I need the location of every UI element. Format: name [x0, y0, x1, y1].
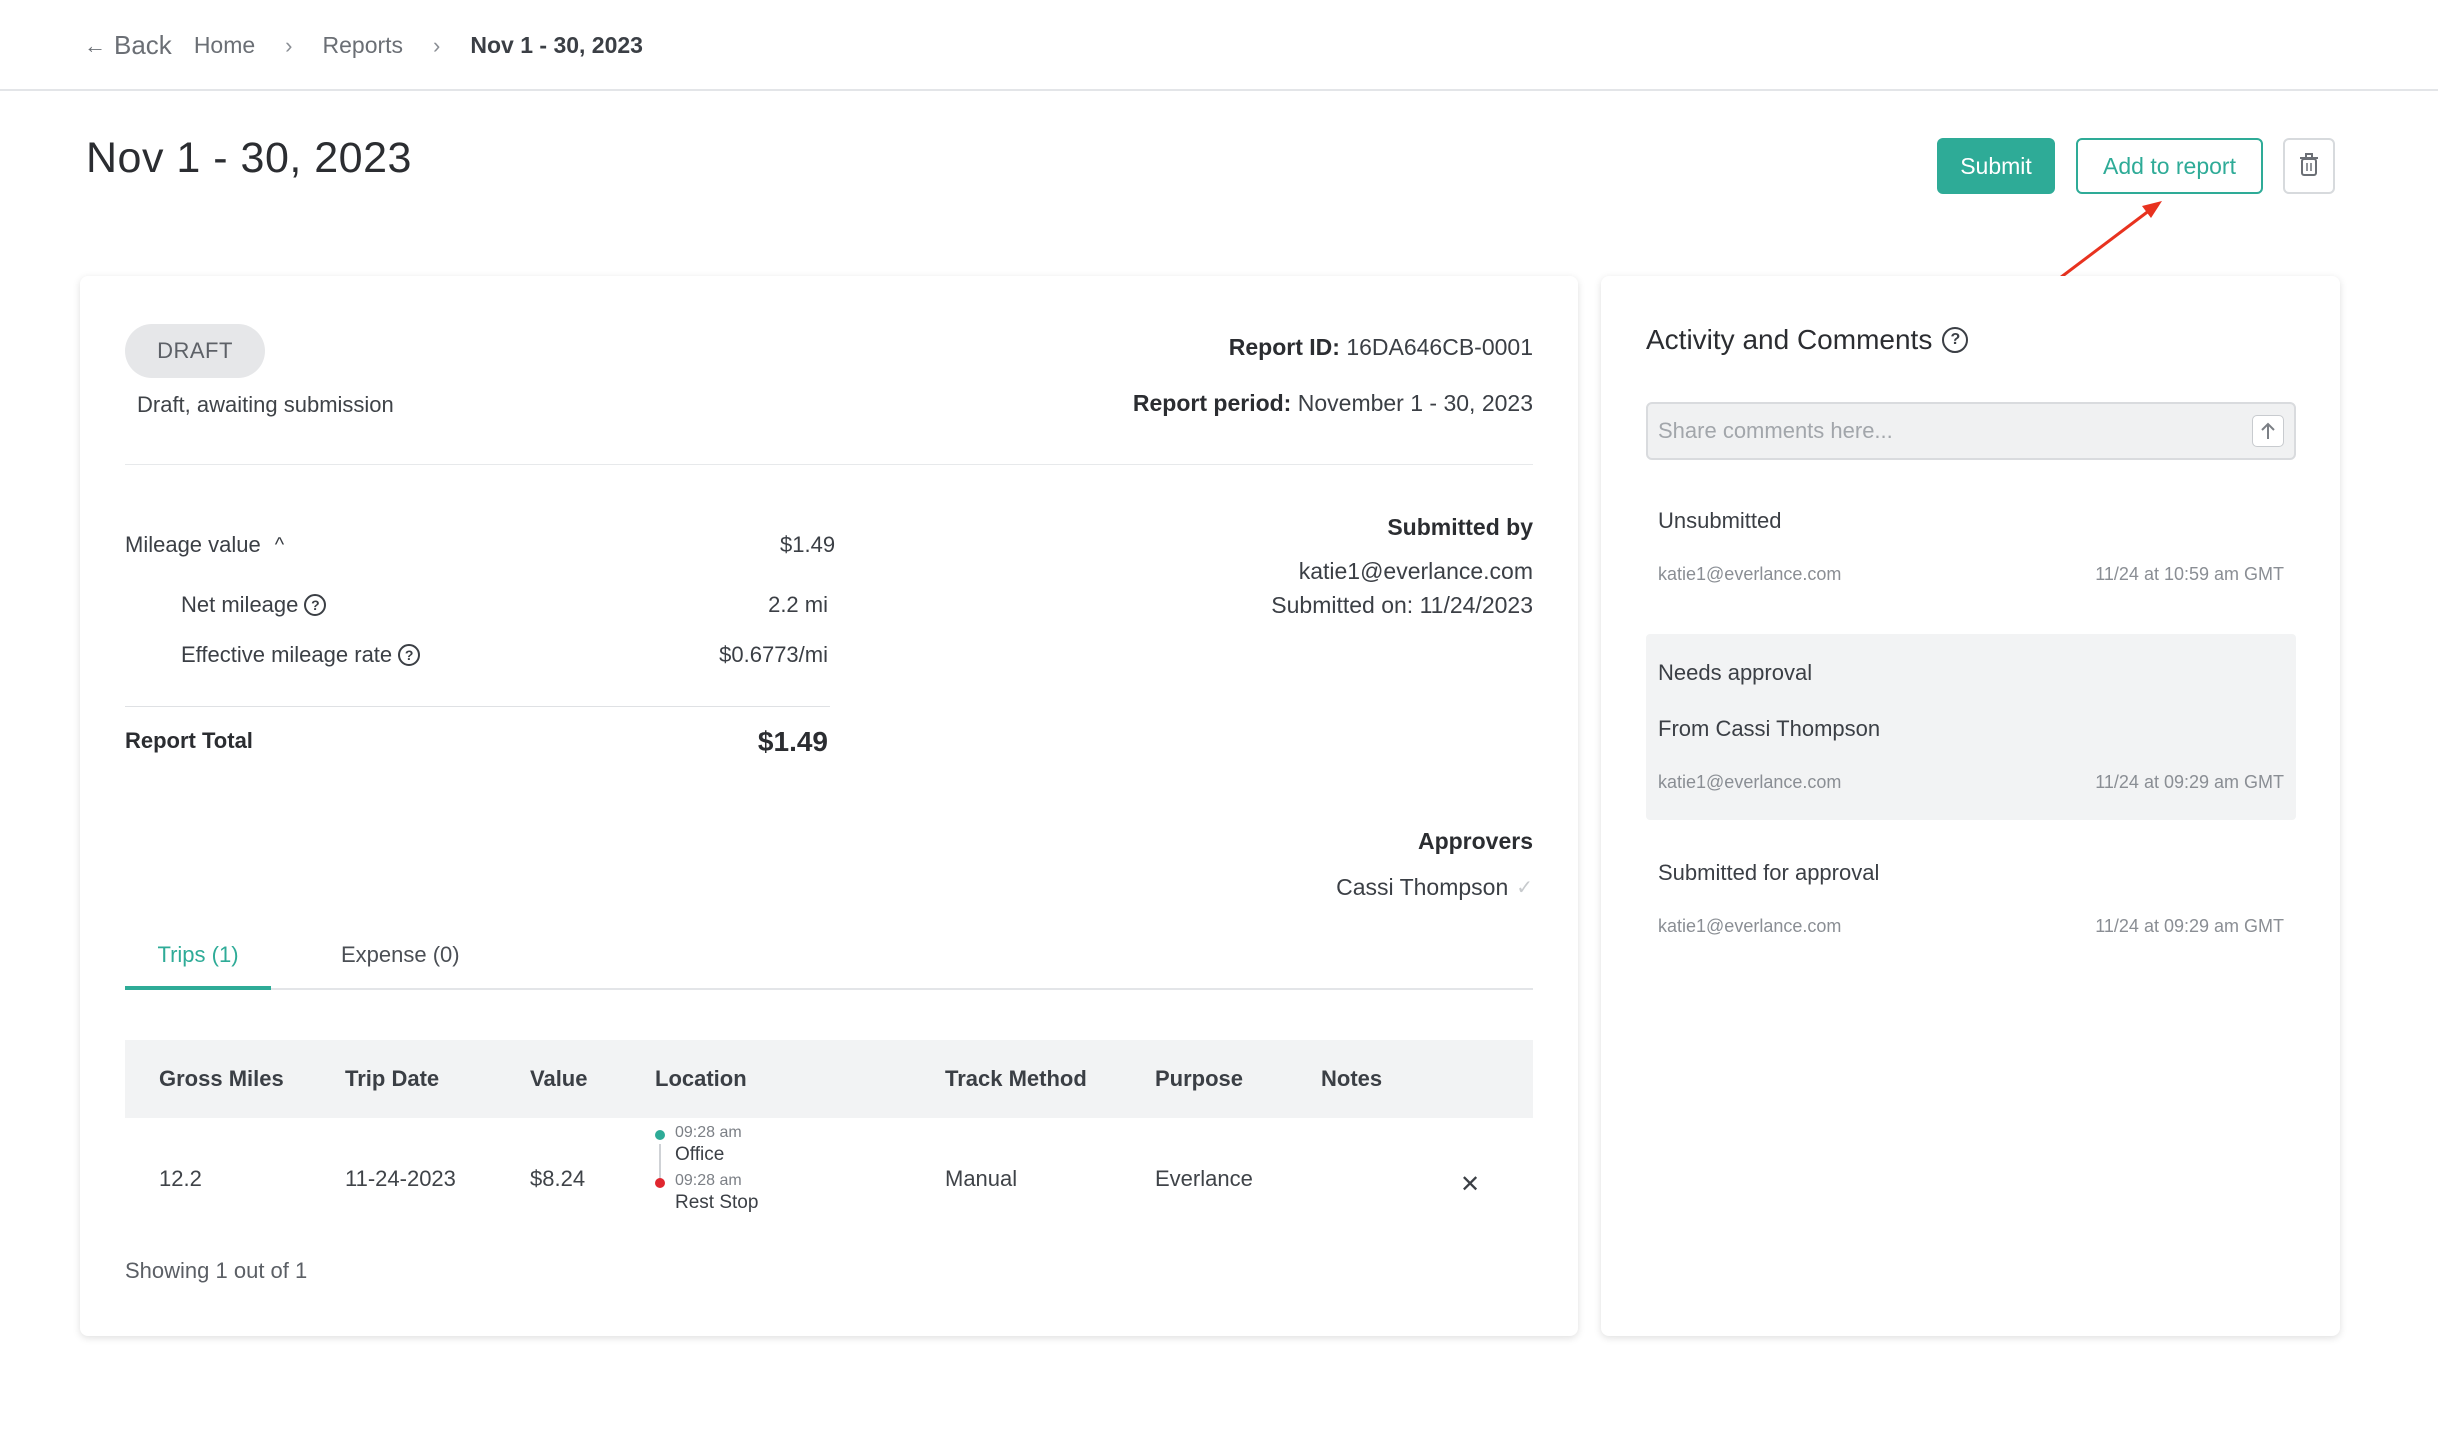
- activity-email: katie1@everlance.com: [1658, 916, 1842, 936]
- cell-trip-date: 11-24-2023: [345, 1166, 456, 1191]
- add-to-report-button[interactable]: Add to report: [2076, 138, 2263, 194]
- activity-sub: From Cassi Thompson: [1658, 716, 1881, 741]
- activity-time: 11/24 at 09:29 am GMT: [2095, 916, 2284, 936]
- activity-item: Unsubmitted katie1@everlance.com 11/24 a…: [1646, 496, 2296, 606]
- approvers-label: Approvers: [1417, 828, 1533, 854]
- column-header-location[interactable]: Location: [655, 1066, 747, 1092]
- effective-rate-value: $0.6773/mi: [719, 642, 828, 667]
- breadcrumb-current: Nov 1 - 30, 2023: [470, 32, 643, 58]
- column-header-value[interactable]: Value: [530, 1066, 587, 1092]
- tab-expense[interactable]: Expense (0): [341, 942, 460, 968]
- back-label: Back: [114, 30, 172, 60]
- back-button[interactable]: ← Back: [84, 30, 172, 61]
- table-footer: Showing 1 out of 1: [125, 1258, 308, 1283]
- column-header-gross-miles[interactable]: Gross Miles: [159, 1066, 284, 1092]
- divider: [125, 706, 830, 707]
- cell-value: $8.24: [530, 1166, 586, 1191]
- activity-email: katie1@everlance.com: [1658, 772, 1842, 792]
- column-header-track-method[interactable]: Track Method: [945, 1066, 1087, 1092]
- question-circle-icon[interactable]: ?: [304, 594, 327, 616]
- question-circle-icon[interactable]: ?: [398, 644, 421, 666]
- report-period: Report period: November 1 - 30, 2023: [1132, 390, 1533, 416]
- net-mileage-value: 2.2 mi: [768, 592, 828, 617]
- report-total-value: $1.49: [757, 726, 828, 757]
- start-dot-icon: [655, 1130, 665, 1140]
- submitted-by-label: Submitted by: [1387, 514, 1533, 540]
- chevron-right-icon: ›: [433, 32, 441, 58]
- report-total-label: Report Total: [125, 728, 253, 753]
- activity-label: Unsubmitted: [1658, 508, 1782, 533]
- close-icon[interactable]: ✕: [1460, 1170, 1480, 1199]
- end-dot-icon: [655, 1178, 665, 1188]
- comment-input[interactable]: [1658, 416, 2218, 446]
- activity-email: katie1@everlance.com: [1658, 564, 1842, 584]
- submitted-by-email: katie1@everlance.com: [1298, 558, 1533, 584]
- question-circle-icon[interactable]: ?: [1942, 327, 1969, 353]
- column-header-purpose[interactable]: Purpose: [1155, 1066, 1243, 1092]
- trash-icon: [2299, 152, 2319, 180]
- arrow-up-icon: [2261, 422, 2275, 439]
- submit-button[interactable]: Submit: [1937, 138, 2055, 194]
- column-header-notes[interactable]: Notes: [1321, 1066, 1382, 1092]
- activity-time: 11/24 at 10:59 am GMT: [2095, 564, 2284, 584]
- breadcrumb-reports[interactable]: Reports: [323, 32, 404, 59]
- delete-report-button[interactable]: [2283, 138, 2335, 194]
- report-id: Report ID: 16DA646CB-0001: [1228, 334, 1533, 360]
- check-icon: ✓: [1516, 877, 1533, 899]
- column-header-trip-date[interactable]: Trip Date: [345, 1066, 439, 1092]
- send-comment-button[interactable]: [2252, 415, 2284, 447]
- cell-purpose: Everlance: [1155, 1166, 1253, 1191]
- page-title: Nov 1 - 30, 2023: [86, 134, 412, 182]
- table-row[interactable]: 12.2 11-24-2023 $8.24 09:28 am Office 09…: [125, 1118, 1533, 1238]
- start-location: Office: [675, 1144, 725, 1165]
- chevron-up-icon: ^: [274, 533, 285, 556]
- submitted-on: Submitted on: 11/24/2023: [1271, 592, 1533, 618]
- location-start: 09:28 am Office: [655, 1124, 758, 1184]
- arrow-left-icon: ←: [84, 32, 106, 58]
- activity-item: Submitted for approval katie1@everlance.…: [1646, 844, 2296, 954]
- end-location: Rest Stop: [675, 1192, 759, 1213]
- status-description: Draft, awaiting submission: [137, 392, 394, 417]
- net-mileage-label: Net mileage ?: [181, 592, 327, 618]
- activity-time: 11/24 at 09:29 am GMT: [2095, 772, 2284, 792]
- mileage-value-toggle[interactable]: Mileage value ^: [125, 532, 284, 558]
- divider: [125, 464, 1533, 465]
- cell-gross-miles: 12.2: [159, 1166, 202, 1191]
- top-bar: ← Back Home › Reports › Nov 1 - 30, 2023: [0, 0, 2438, 91]
- activity-item: Needs approval From Cassi Thompson katie…: [1646, 634, 2296, 820]
- activity-title: Activity and Comments ?: [1646, 324, 1969, 356]
- report-card: DRAFT Draft, awaiting submission Report …: [80, 276, 1578, 1336]
- table-header: Gross Miles Trip Date Value Location Tra…: [125, 1040, 1533, 1118]
- chevron-right-icon: ›: [285, 32, 293, 58]
- breadcrumb: ← Back Home › Reports › Nov 1 - 30, 2023: [84, 30, 643, 61]
- mileage-value: $1.49: [780, 532, 836, 557]
- report-tabs: Trips (1) Expense (0): [125, 932, 1533, 990]
- cell-location: 09:28 am Office 09:28 am Rest Stop: [655, 1124, 758, 1214]
- status-badge: DRAFT: [125, 324, 265, 378]
- activity-label: Submitted for approval: [1658, 860, 1880, 885]
- end-time: 09:28 am: [675, 1172, 742, 1189]
- breadcrumb-home[interactable]: Home: [194, 32, 255, 59]
- start-time: 09:28 am: [675, 1124, 742, 1141]
- comment-box: [1646, 402, 2296, 460]
- location-end: 09:28 am Rest Stop: [655, 1172, 758, 1214]
- activity-label: Needs approval: [1658, 660, 1813, 685]
- cell-track-method: Manual: [945, 1166, 1018, 1191]
- activity-card: Activity and Comments ? Unsubmitted kati…: [1601, 276, 2340, 1336]
- tab-trips[interactable]: Trips (1): [125, 942, 271, 990]
- approver-item: Cassi Thompson ✓: [1336, 874, 1533, 900]
- effective-rate-label: Effective mileage rate ?: [181, 642, 421, 668]
